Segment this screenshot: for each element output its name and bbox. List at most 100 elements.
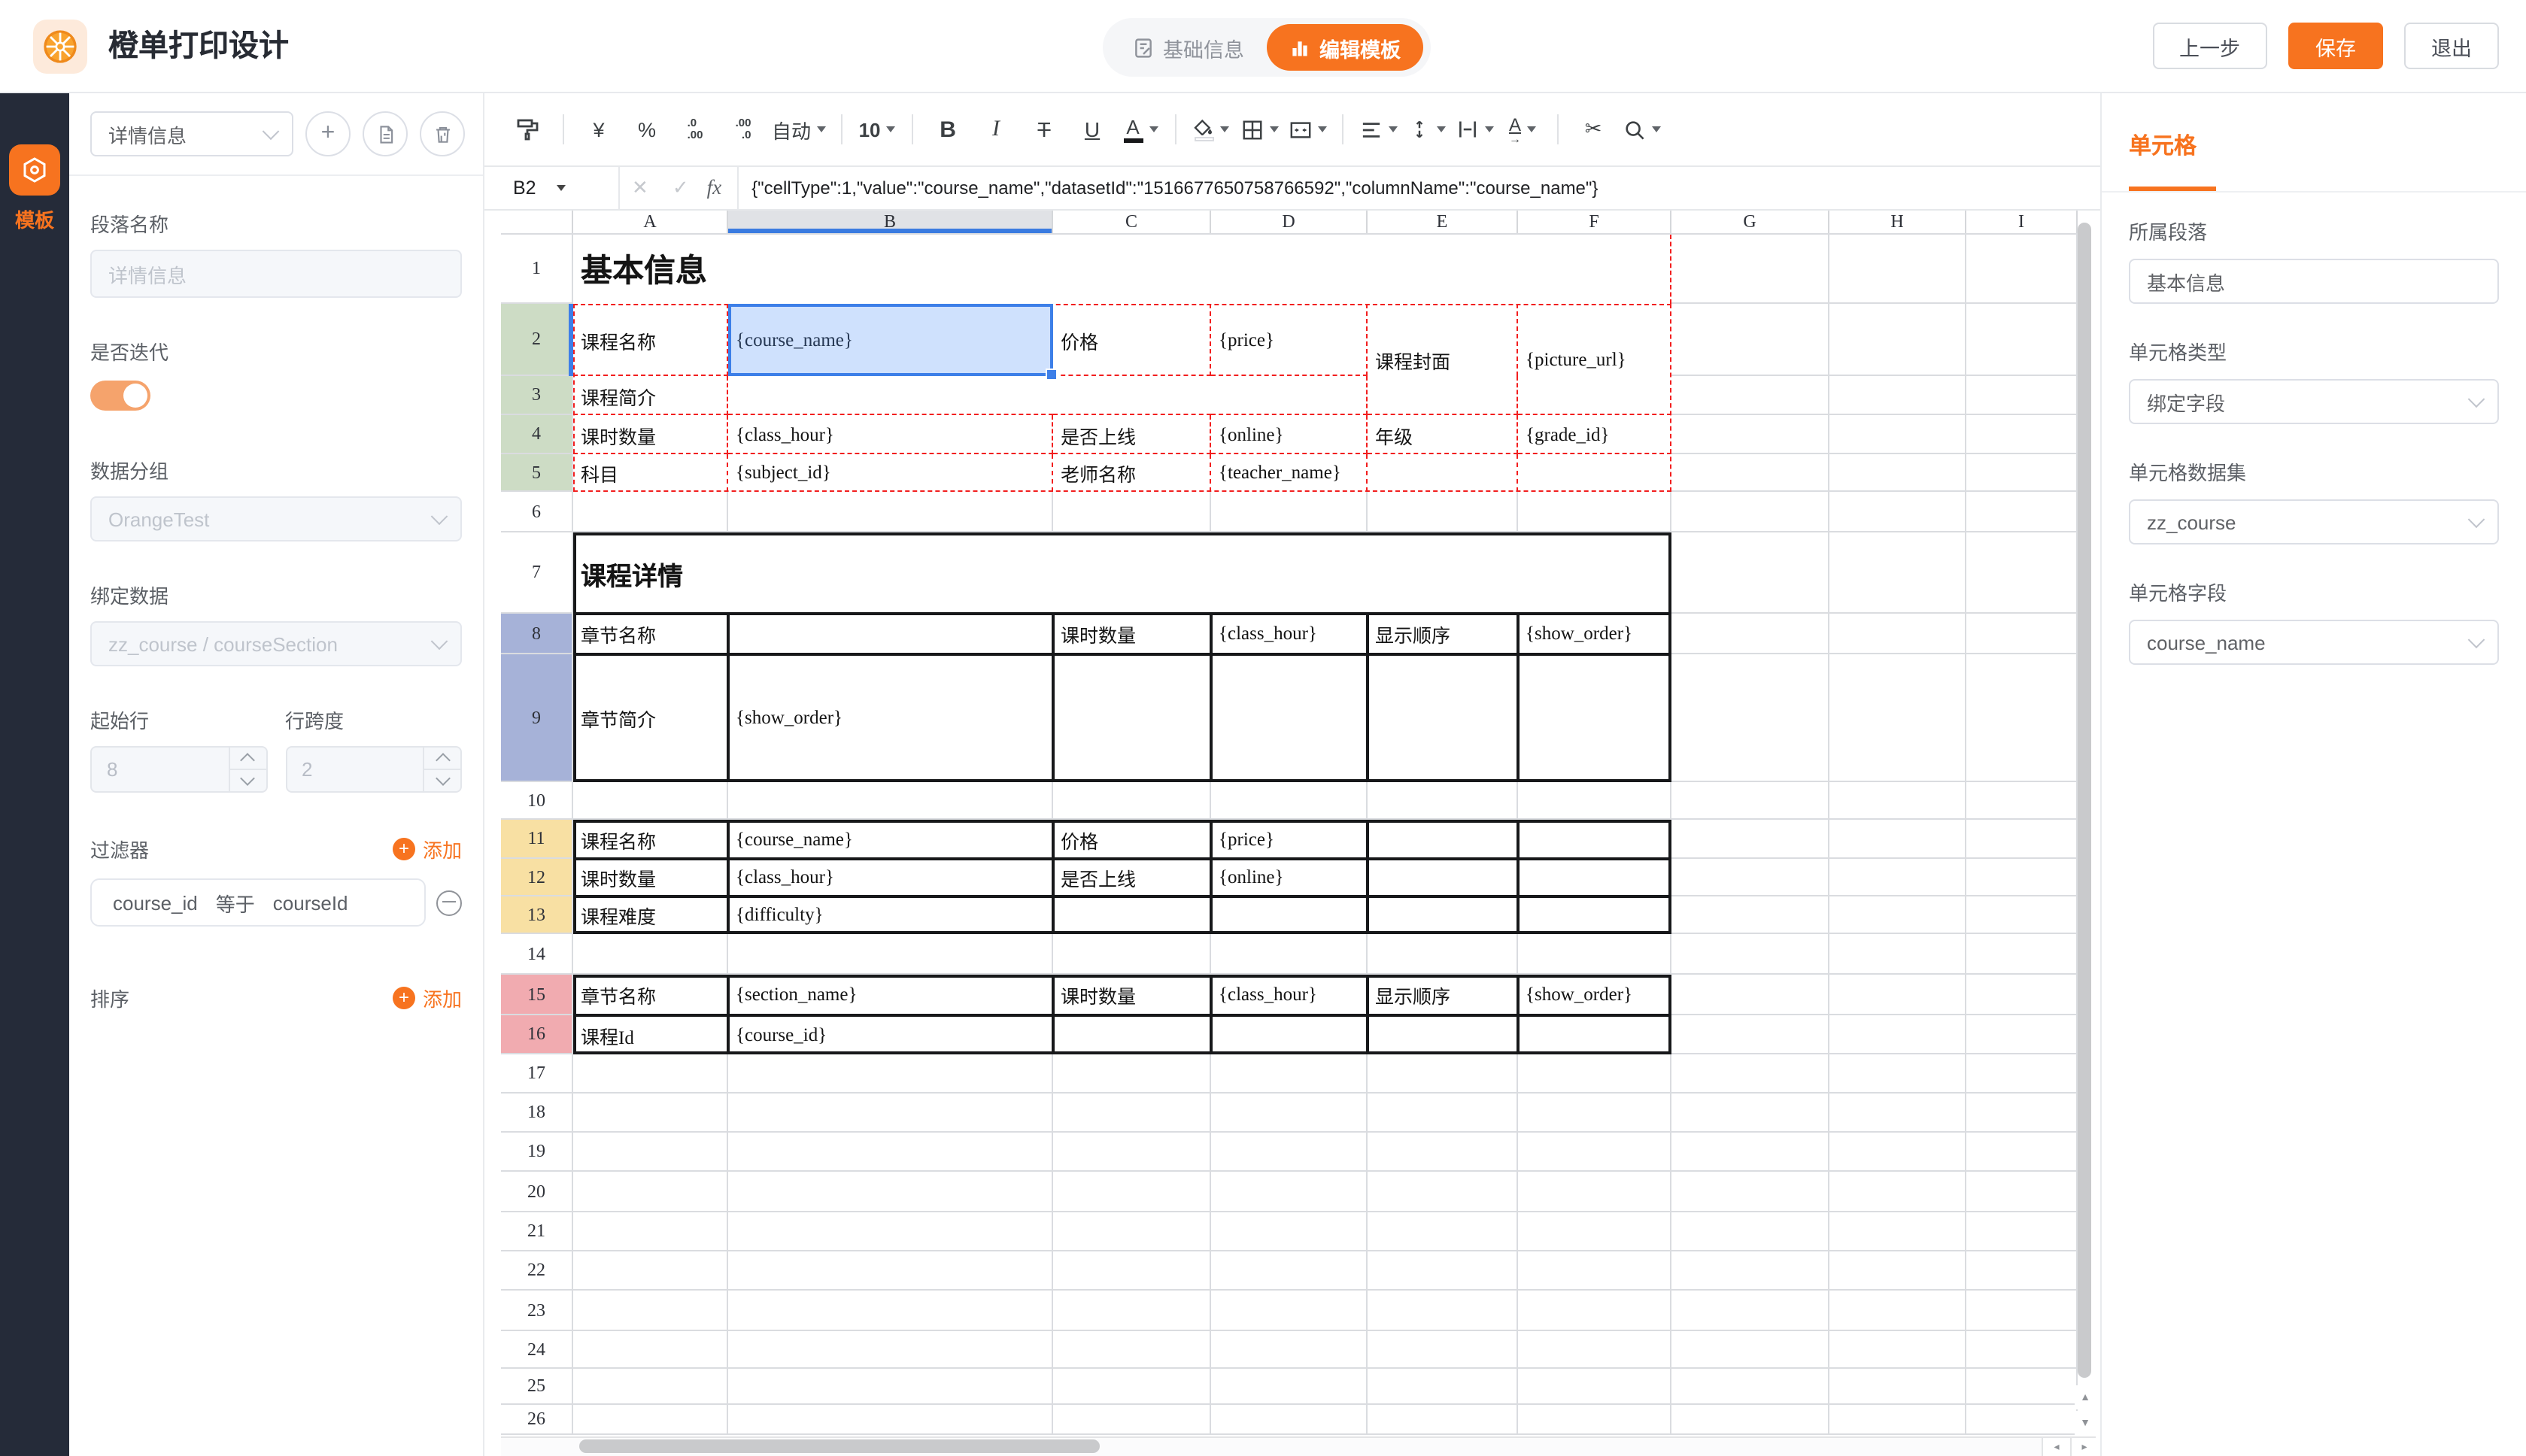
group-select[interactable]: OrangeTest xyxy=(90,496,462,541)
cell-B16[interactable]: {course_id} xyxy=(728,1015,1053,1054)
row-header-11[interactable]: 11 xyxy=(501,820,573,859)
vertical-scrollbar-thumb[interactable] xyxy=(2078,223,2091,1378)
delete-section-button[interactable] xyxy=(420,111,465,156)
row-header-22[interactable]: 22 xyxy=(501,1251,573,1291)
cell-F2[interactable]: {picture_url} xyxy=(1518,304,1671,415)
section-select[interactable]: 详情信息 xyxy=(90,111,293,156)
iterate-toggle[interactable] xyxy=(90,381,150,411)
row-header-5[interactable]: 5 xyxy=(501,454,573,492)
row-header-14[interactable]: 14 xyxy=(501,934,573,975)
number-format-dropdown[interactable]: 自动 xyxy=(767,110,830,149)
cell-A11[interactable]: 课程名称 xyxy=(573,820,728,859)
row-header-2[interactable]: 2 xyxy=(501,304,573,376)
cell-B11[interactable]: {course_name} xyxy=(728,820,1053,859)
selection-fill-handle[interactable] xyxy=(1046,369,1058,381)
cell-F4[interactable]: {grade_id} xyxy=(1518,415,1671,454)
row-header-16[interactable]: 16 xyxy=(501,1015,573,1054)
col-header-H[interactable]: H xyxy=(1829,211,1966,235)
cell-C8[interactable]: 课时数量 xyxy=(1053,614,1211,654)
font-size-dropdown[interactable]: 10 xyxy=(853,110,901,149)
cell-D4[interactable]: {online} xyxy=(1211,415,1368,454)
currency-format-icon[interactable]: ¥ xyxy=(575,110,623,149)
row-header-21[interactable]: 21 xyxy=(501,1212,573,1251)
cell-A4[interactable]: 课时数量 xyxy=(573,415,728,454)
text-wrap-dropdown[interactable] xyxy=(1450,110,1498,149)
cell-E8[interactable]: 显示顺序 xyxy=(1368,614,1518,654)
cell-A2[interactable]: 课程名称 xyxy=(573,304,728,376)
stepper-up-icon[interactable] xyxy=(229,748,266,770)
paint-format-icon[interactable] xyxy=(504,110,552,149)
bold-icon[interactable]: B xyxy=(924,110,972,149)
col-header-D[interactable]: D xyxy=(1211,211,1368,235)
stepper-down-icon[interactable] xyxy=(424,770,460,791)
increase-decimals-icon[interactable]: .00.0 xyxy=(719,110,767,149)
horizontal-align-dropdown[interactable] xyxy=(1354,110,1402,149)
scroll-down-button[interactable]: ▼ xyxy=(2075,1411,2096,1435)
cell-F15[interactable]: {show_order} xyxy=(1518,975,1671,1015)
cell-A5[interactable]: 科目 xyxy=(573,454,728,492)
tab-basic-info[interactable]: 基础信息 xyxy=(1110,24,1267,71)
col-header-I[interactable]: I xyxy=(1966,211,2078,235)
cell-D5[interactable]: {teacher_name} xyxy=(1211,454,1368,492)
cell-B4[interactable]: {class_hour} xyxy=(728,415,1053,454)
italic-icon[interactable]: I xyxy=(972,110,1020,149)
row-header-12[interactable]: 12 xyxy=(501,859,573,896)
row-header-23[interactable]: 23 xyxy=(501,1291,573,1331)
col-header-F[interactable]: F xyxy=(1518,211,1671,235)
row-header-26[interactable]: 26 xyxy=(501,1405,573,1435)
col-header-B[interactable]: B xyxy=(728,211,1053,235)
cell-C2[interactable]: 价格 xyxy=(1053,304,1211,376)
cell-C5[interactable]: 老师名称 xyxy=(1053,454,1211,492)
cell-B13[interactable]: {difficulty} xyxy=(728,896,1053,934)
cell-C4[interactable]: 是否上线 xyxy=(1053,415,1211,454)
search-dropdown[interactable] xyxy=(1617,110,1665,149)
grid-corner[interactable] xyxy=(501,211,573,235)
scroll-up-button[interactable]: ▲ xyxy=(2075,1385,2096,1409)
cell-F8[interactable]: {show_order} xyxy=(1518,614,1671,654)
cell-D12[interactable]: {online} xyxy=(1211,859,1368,896)
cell-D2[interactable]: {price} xyxy=(1211,304,1368,376)
cell-C12[interactable]: 是否上线 xyxy=(1053,859,1211,896)
col-header-E[interactable]: E xyxy=(1368,211,1518,235)
horizontal-scrollbar-thumb[interactable] xyxy=(579,1439,1100,1453)
cell-B12[interactable]: {class_hour} xyxy=(728,859,1053,896)
row-span-stepper[interactable]: 2 xyxy=(285,746,462,793)
stepper-up-icon[interactable] xyxy=(424,748,460,770)
row-header-20[interactable]: 20 xyxy=(501,1172,573,1212)
cell-E2[interactable]: 课程封面 xyxy=(1368,304,1518,415)
para-name-input[interactable]: 详情信息 xyxy=(90,250,462,298)
add-filter-button[interactable]: + 添加 xyxy=(393,835,462,863)
col-header-A[interactable]: A xyxy=(573,211,728,235)
row-header-17[interactable]: 17 xyxy=(501,1054,573,1094)
remove-filter-icon[interactable] xyxy=(436,890,462,915)
row-header-24[interactable]: 24 xyxy=(501,1331,573,1369)
borders-dropdown[interactable] xyxy=(1235,110,1283,149)
add-section-button[interactable]: + xyxy=(305,111,351,156)
strikethrough-icon[interactable]: T xyxy=(1020,110,1068,149)
start-row-stepper[interactable]: 8 xyxy=(90,746,267,793)
fx-icon[interactable]: fx xyxy=(707,176,722,200)
merge-cells-dropdown[interactable] xyxy=(1283,110,1331,149)
cell-C15[interactable]: 课时数量 xyxy=(1053,975,1211,1015)
copy-section-button[interactable] xyxy=(363,111,408,156)
row-header-8[interactable]: 8 xyxy=(501,614,573,654)
percent-format-icon[interactable]: % xyxy=(623,110,671,149)
col-header-C[interactable]: C xyxy=(1053,211,1211,235)
cut-icon[interactable]: ✂ xyxy=(1569,110,1617,149)
prev-step-button[interactable]: 上一步 xyxy=(2152,23,2267,69)
scroll-left-button[interactable]: ◂ xyxy=(2042,1438,2070,1456)
underline-icon[interactable]: U xyxy=(1068,110,1116,149)
row-header-19[interactable]: 19 xyxy=(501,1133,573,1172)
row-header-18[interactable]: 18 xyxy=(501,1094,573,1133)
bind-data-select[interactable]: zz_course / courseSection xyxy=(90,621,462,666)
confirm-icon[interactable]: ✓ xyxy=(672,176,689,200)
tab-edit-template[interactable]: 编辑模板 xyxy=(1267,24,1423,71)
vertical-align-dropdown[interactable] xyxy=(1402,110,1450,149)
cell-section-input[interactable]: 基本信息 xyxy=(2129,259,2499,304)
cell-E4[interactable]: 年级 xyxy=(1368,415,1518,454)
scroll-right-button[interactable]: ▸ xyxy=(2070,1438,2097,1456)
cell-field-select[interactable]: course_name xyxy=(2129,620,2499,665)
col-header-G[interactable]: G xyxy=(1671,211,1829,235)
cell-B5[interactable]: {subject_id} xyxy=(728,454,1053,492)
filter-item[interactable]: course_id 等于 courseId xyxy=(90,878,426,927)
